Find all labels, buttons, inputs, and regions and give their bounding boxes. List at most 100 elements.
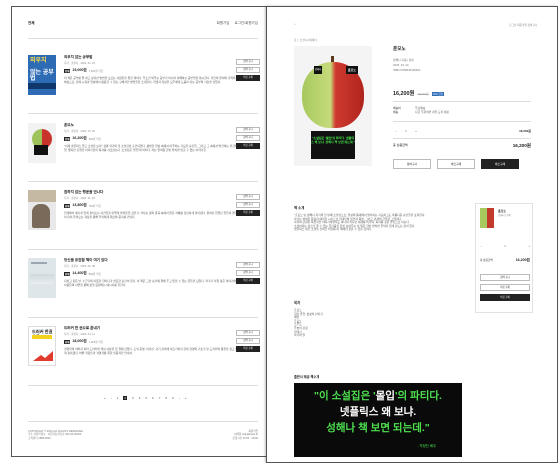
wishlist-button[interactable]: 장바구니 xyxy=(236,135,260,141)
total-price: 16,200원 xyxy=(515,258,530,262)
cart-link[interactable]: 장바구니 xyxy=(527,24,537,27)
cover-background xyxy=(28,190,56,202)
cover-quote: "소설집은 '몰입'의 파티다. 넷플릭스 왜 보냐. 성해나 책 보면 되는데… xyxy=(311,131,355,159)
logo[interactable]: 전체 xyxy=(28,21,34,29)
header-divider xyxy=(28,38,258,39)
quantity-stepper: − 1 + xyxy=(393,129,419,133)
item-divider xyxy=(28,181,258,182)
book-meta: 저자 · 출판사 · 2022. 11. 02 xyxy=(64,197,95,200)
cover-title-line xyxy=(31,262,47,264)
cover-title-tag: 훈모노 xyxy=(346,66,358,74)
cover-highlight xyxy=(32,335,52,339)
banner-line: 성해나 책 보면 되는데." xyxy=(326,422,430,434)
wishlist-button[interactable]: 장바구니 xyxy=(236,67,260,73)
last-page-link[interactable]: » xyxy=(185,396,187,400)
prev-page-link[interactable]: ‹ xyxy=(111,396,112,400)
book-cover[interactable] xyxy=(28,258,56,298)
add-to-cart-button[interactable]: 장바구니 xyxy=(236,262,260,268)
book-cover[interactable] xyxy=(28,123,56,163)
banner-line: "이 소설집은 '몰입'의 파티다. xyxy=(294,390,462,402)
toc-item: 작가의 말 xyxy=(294,333,306,338)
product-author: 성해나 지음 | 창비 xyxy=(393,58,415,62)
mini-quantity-stepper: − 1 + xyxy=(480,244,530,251)
page-link[interactable]: 7 xyxy=(159,396,161,400)
book-price: 15,000원 xyxy=(72,68,87,72)
buy-now-button[interactable]: 바로구매 xyxy=(236,210,260,216)
gift-button[interactable]: 바로구매 xyxy=(437,159,475,169)
sale-badge: 판매 xyxy=(64,203,71,208)
buy-now-button[interactable]: 바로구매 xyxy=(481,159,519,169)
home-icon[interactable]: ⌂ xyxy=(294,23,296,27)
breadcrumb[interactable]: 홈 > 소설/시/에세이 xyxy=(294,38,317,42)
increase-button[interactable]: + xyxy=(413,129,419,133)
book-cover[interactable] xyxy=(28,190,56,230)
intro-paragraph: 넷플릭스 대신 소설을 선택할 이유를 이 책에서 찾을 수 있을 것이다. xyxy=(294,227,373,232)
book-title[interactable]: 원하지 않는 행운을 만나다 xyxy=(64,190,214,195)
intro-text: "훈모노"는 성해나 작가의 첫 번째 소설집으로, 일상의 틈새에서 벌어지는… xyxy=(294,213,462,232)
add-to-cart-button[interactable]: 장바구니 xyxy=(480,274,530,281)
increase-button[interactable]: + xyxy=(528,244,530,251)
buy-now-button[interactable]: 바로구매 xyxy=(236,143,260,149)
book-title[interactable]: 당신을 응원할 책이 여기 있다 xyxy=(64,258,214,263)
gift-button[interactable]: 바로구매 xyxy=(480,284,530,291)
first-page-link[interactable]: « xyxy=(104,396,106,400)
signup-link[interactable]: 회원가입 xyxy=(517,24,527,27)
sale-badge: 판매 xyxy=(64,68,71,73)
wishlist-button[interactable]: 장바구니 xyxy=(236,202,260,208)
page-link[interactable]: 3 xyxy=(132,396,134,400)
book-title[interactable]: 훈모노 xyxy=(64,123,214,128)
cover-text: 않는 공부법 xyxy=(30,70,54,82)
list-item: 원하지 않는 행운을 만나다 저자 · 출판사 · 2022. 11. 02 판… xyxy=(28,190,260,244)
sale-badge: 판매 xyxy=(64,136,71,141)
sale-badge: 판매 xyxy=(64,339,71,344)
banner-text: "이 소설집은 ' xyxy=(314,390,376,402)
quantity-value[interactable]: 1 xyxy=(504,244,506,251)
book-point: 760원 적립 xyxy=(88,204,101,208)
page-link[interactable]: 1 xyxy=(117,396,119,400)
quantity-value[interactable]: 1 xyxy=(403,129,409,133)
add-to-cart-button[interactable]: 장바구니 xyxy=(236,127,260,133)
wishlist-button[interactable]: 장바구니 xyxy=(236,270,260,276)
next-page-link[interactable]: › xyxy=(179,396,180,400)
cover-text: 외우지 xyxy=(30,58,47,64)
signup-link[interactable]: 회원가입 xyxy=(217,21,230,25)
purchase-buttons: 장바구니 바로구매 바로구매 xyxy=(393,159,519,169)
book-meta: 저자 · 출판사 · 2023. 01. 15 xyxy=(64,62,95,65)
intro-heading: 책 소개 xyxy=(294,206,305,210)
line-price: 16,200원 xyxy=(519,129,531,133)
toc-heading: 목차 xyxy=(294,301,301,305)
cover-wave xyxy=(30,274,54,284)
decrease-button[interactable]: − xyxy=(393,129,399,133)
page-link[interactable]: 5 xyxy=(145,396,147,400)
add-to-cart-button[interactable]: 장바구니 xyxy=(236,194,260,200)
publisher-banner: "이 소설집은 '몰입'의 파티다. 넷플릭스 왜 보냐. 성해나 책 보면 되… xyxy=(294,383,462,457)
page-link[interactable]: 8 xyxy=(165,396,167,400)
page-link[interactable]: 9 xyxy=(172,396,174,400)
left-footer: COPYRIGHT © 2023 ALL RIGHTS RESERVED 주소 … xyxy=(28,430,258,440)
add-to-cart-button[interactable]: 장바구니 xyxy=(393,159,431,169)
book-description: 인생에서 예기치 않게 찾아오는 사건들을 어떻게 받아들일 것인가. 저자는 … xyxy=(64,211,244,219)
buy-now-button[interactable]: 바로구매 xyxy=(236,346,260,352)
book-cover[interactable]: 드러커 한권으로 xyxy=(28,326,56,366)
page-link[interactable]: 4 xyxy=(139,396,141,400)
buy-now-button[interactable]: 바로구매 xyxy=(236,278,260,284)
login-link[interactable]: 로그인/회원가입 xyxy=(234,21,258,25)
buy-now-button[interactable]: 바로구매 xyxy=(236,75,260,81)
login-link[interactable]: 로그인 xyxy=(509,24,516,27)
page-link[interactable]: 6 xyxy=(152,396,154,400)
product-info: 훈모노 성해나 지음 | 창비 2025. 03. 20 ISBN 978893… xyxy=(393,46,533,73)
decrease-button[interactable]: − xyxy=(480,244,482,251)
book-title[interactable]: 드러커 한 권으로 끝내기 xyxy=(64,326,214,331)
footer-line: 고객센터 1588-0000 xyxy=(28,436,51,440)
chart-arrow-illustration xyxy=(33,351,53,361)
list-item: 드러커 한권으로 드러커 한 권으로 끝내기 저자 · 출판사 · 2023. … xyxy=(28,326,260,380)
add-to-cart-button[interactable]: 장바구니 xyxy=(236,330,260,336)
item-divider xyxy=(28,317,258,318)
buy-now-button[interactable]: 바로구매 xyxy=(480,294,530,301)
book-cover[interactable]: 외우지 않는 공부법 xyxy=(28,55,56,95)
divider xyxy=(393,121,531,122)
book-title[interactable]: 외우지 않는 공부법 xyxy=(64,55,214,60)
page-link-current[interactable]: 2 xyxy=(123,396,128,400)
wishlist-button[interactable]: 장바구니 xyxy=(236,338,260,344)
add-to-cart-button[interactable]: 장바구니 xyxy=(236,59,260,65)
